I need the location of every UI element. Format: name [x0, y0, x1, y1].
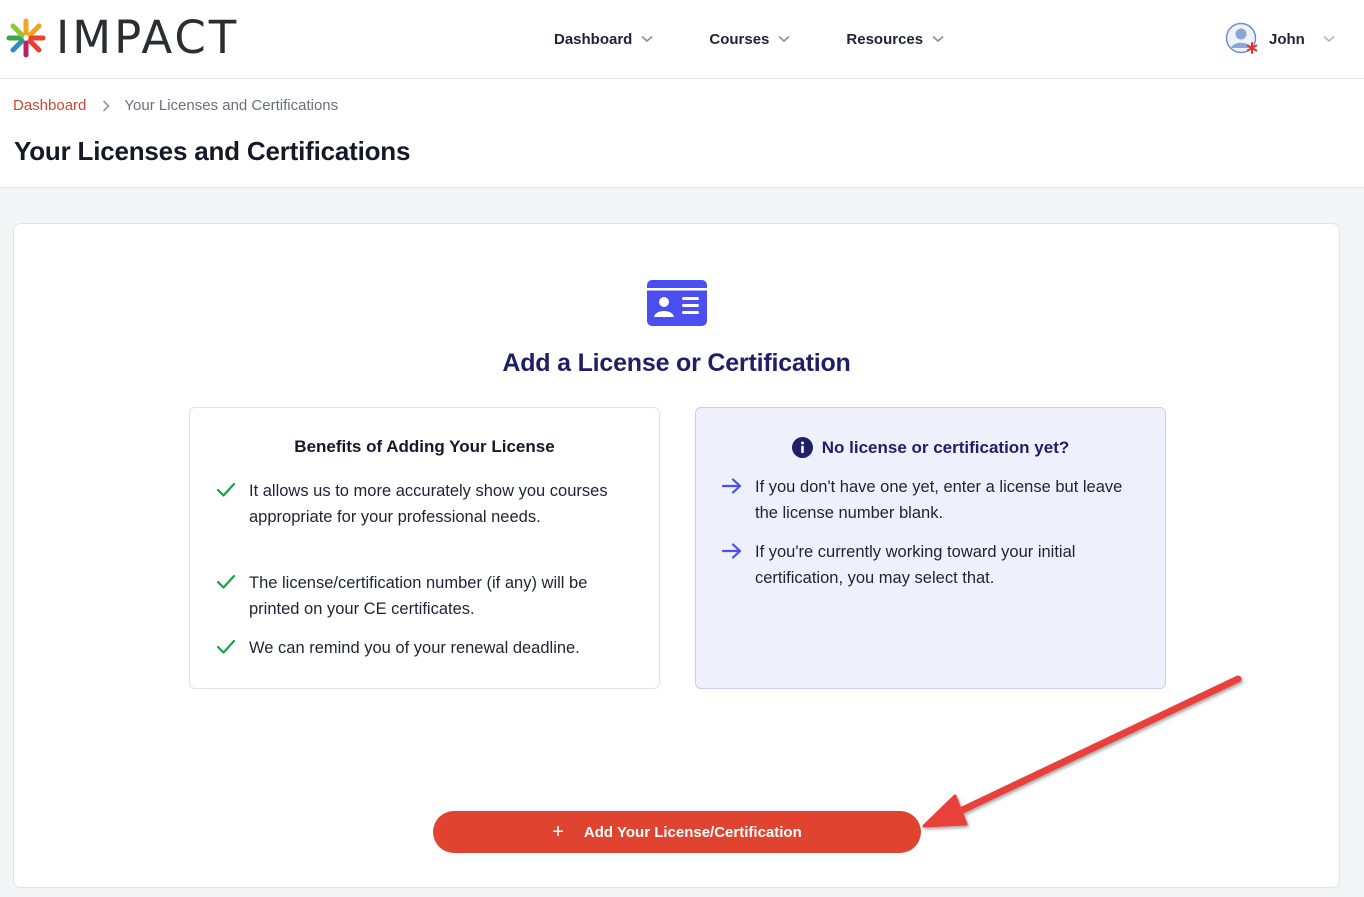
breadcrumb-current: Your Licenses and Certifications	[124, 97, 339, 114]
nav-courses[interactable]: Courses	[709, 29, 790, 49]
benefit-text: The license/certification number (if any…	[249, 574, 588, 618]
chevron-down-icon	[1323, 35, 1335, 43]
check-icon	[216, 482, 236, 497]
nav-dashboard[interactable]: Dashboard	[554, 29, 653, 49]
benefits-title: Benefits of Adding Your License	[294, 437, 555, 456]
license-card: Add a License or Certification Benefits …	[13, 223, 1340, 888]
avatar-icon	[1225, 22, 1258, 54]
card-title: Add a License or Certification	[502, 349, 851, 377]
top-header: IMPACT Dashboard Courses Resources John	[0, 0, 1364, 79]
benefit-text: It allows us to more accurately show you…	[249, 482, 608, 526]
no-license-text: If you're currently working toward your …	[755, 543, 1076, 587]
no-license-item: If you don't have one yet, enter a licen…	[722, 474, 1147, 526]
page-header: Dashboard Your Licenses and Certificatio…	[0, 79, 1364, 188]
benefits-panel: Benefits of Adding Your License It allow…	[189, 407, 660, 689]
chevron-down-icon	[641, 35, 653, 43]
no-license-text: If you don't have one yet, enter a licen…	[755, 478, 1123, 522]
chevron-down-icon	[932, 35, 944, 43]
logo-text: IMPACT	[56, 11, 240, 64]
breadcrumb-dashboard-link[interactable]: Dashboard	[13, 97, 86, 114]
logo-burst-icon	[6, 18, 46, 57]
nav-resources-label: Resources	[846, 30, 924, 48]
add-license-button-label: Add Your License/Certification	[583, 823, 802, 841]
no-license-item: If you're currently working toward your …	[722, 539, 1147, 591]
main-nav: Dashboard Courses Resources	[554, 29, 1000, 49]
benefit-text: We can remind you of your renewal deadli…	[249, 639, 580, 657]
breadcrumb: Dashboard Your Licenses and Certificatio…	[13, 97, 338, 114]
check-icon	[216, 574, 236, 589]
no-license-panel: No license or certification yet? If you …	[695, 407, 1166, 689]
benefit-item: It allows us to more accurately show you…	[216, 478, 636, 530]
page-title: Your Licenses and Certifications	[14, 136, 411, 166]
check-icon	[216, 639, 236, 654]
no-license-title-text: No license or certification yet?	[821, 437, 1070, 457]
logo[interactable]: IMPACT	[4, 15, 239, 60]
plus-icon: +	[552, 821, 564, 843]
chevron-down-icon	[778, 35, 790, 43]
id-card-icon	[647, 280, 707, 326]
nav-courses-label: Courses	[709, 30, 770, 48]
arrow-right-icon	[722, 478, 742, 494]
arrow-right-icon	[722, 543, 742, 559]
user-menu[interactable]: John	[1225, 22, 1335, 56]
benefit-item: The license/certification number (if any…	[216, 570, 636, 622]
user-name: John	[1269, 30, 1305, 48]
benefit-item: We can remind you of your renewal deadli…	[216, 635, 636, 661]
nav-resources[interactable]: Resources	[846, 29, 944, 49]
info-icon	[791, 437, 813, 458]
chevron-right-icon	[102, 99, 110, 112]
no-license-title: No license or certification yet?	[696, 437, 1165, 458]
nav-dashboard-label: Dashboard	[554, 30, 633, 48]
add-license-button[interactable]: + Add Your License/Certification	[433, 811, 921, 853]
